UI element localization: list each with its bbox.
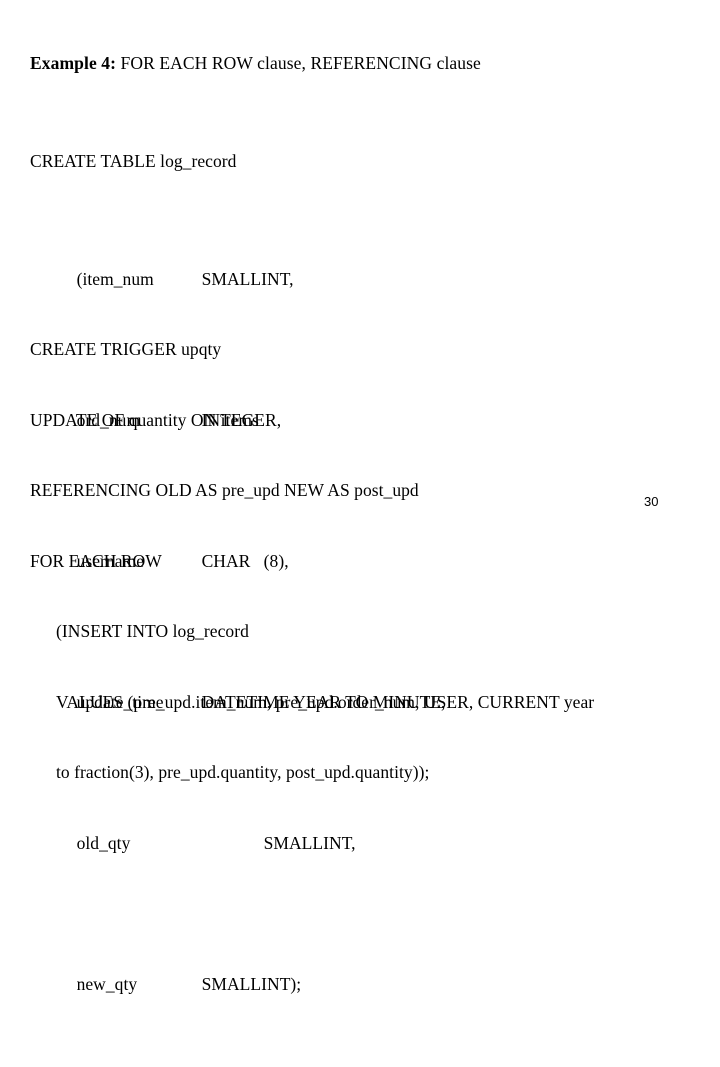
trigger-body-line: to fraction(3), pre_upd.quantity, post_u… xyxy=(56,762,430,782)
trigger-line: REFERENCING OLD AS pre_upd NEW AS post_u… xyxy=(30,480,419,500)
trigger-body-line: (INSERT INTO log_record xyxy=(56,621,249,641)
trigger-line: FOR EACH ROW xyxy=(30,550,162,571)
column-name: (item_num xyxy=(76,268,154,289)
slide-title: Example 4: FOR EACH ROW clause, REFERENC… xyxy=(30,52,481,74)
column-name: new_qty xyxy=(76,973,138,994)
slide-title-lead: Example 4: xyxy=(30,53,117,73)
slide-title-rest: FOR EACH ROW clause, REFERENCING clause xyxy=(116,53,481,73)
column-type: SMALLINT, xyxy=(201,268,294,289)
column-type: SMALLINT, xyxy=(263,832,356,853)
page-number: 30 xyxy=(644,494,659,509)
trigger-body-line: VALUES (pre_upd.item_num, pre_upd.order_… xyxy=(56,691,595,712)
trigger-line: CREATE TRIGGER upqty xyxy=(30,339,222,359)
trigger-line: UPDATE OF quantity ON items xyxy=(30,409,259,430)
column-type: SMALLINT); xyxy=(201,973,302,994)
column-name: old_qty xyxy=(76,832,131,853)
slide-canvas: Example 4: FOR EACH ROW clause, REFERENC… xyxy=(0,0,720,994)
create-table-header: CREATE TABLE log_record xyxy=(30,151,237,171)
create-trigger-code-block: CREATE TRIGGER upqty UPDATE OF quantity … xyxy=(30,291,594,832)
table-column-row: new_qty SMALLINT); xyxy=(30,949,445,1020)
